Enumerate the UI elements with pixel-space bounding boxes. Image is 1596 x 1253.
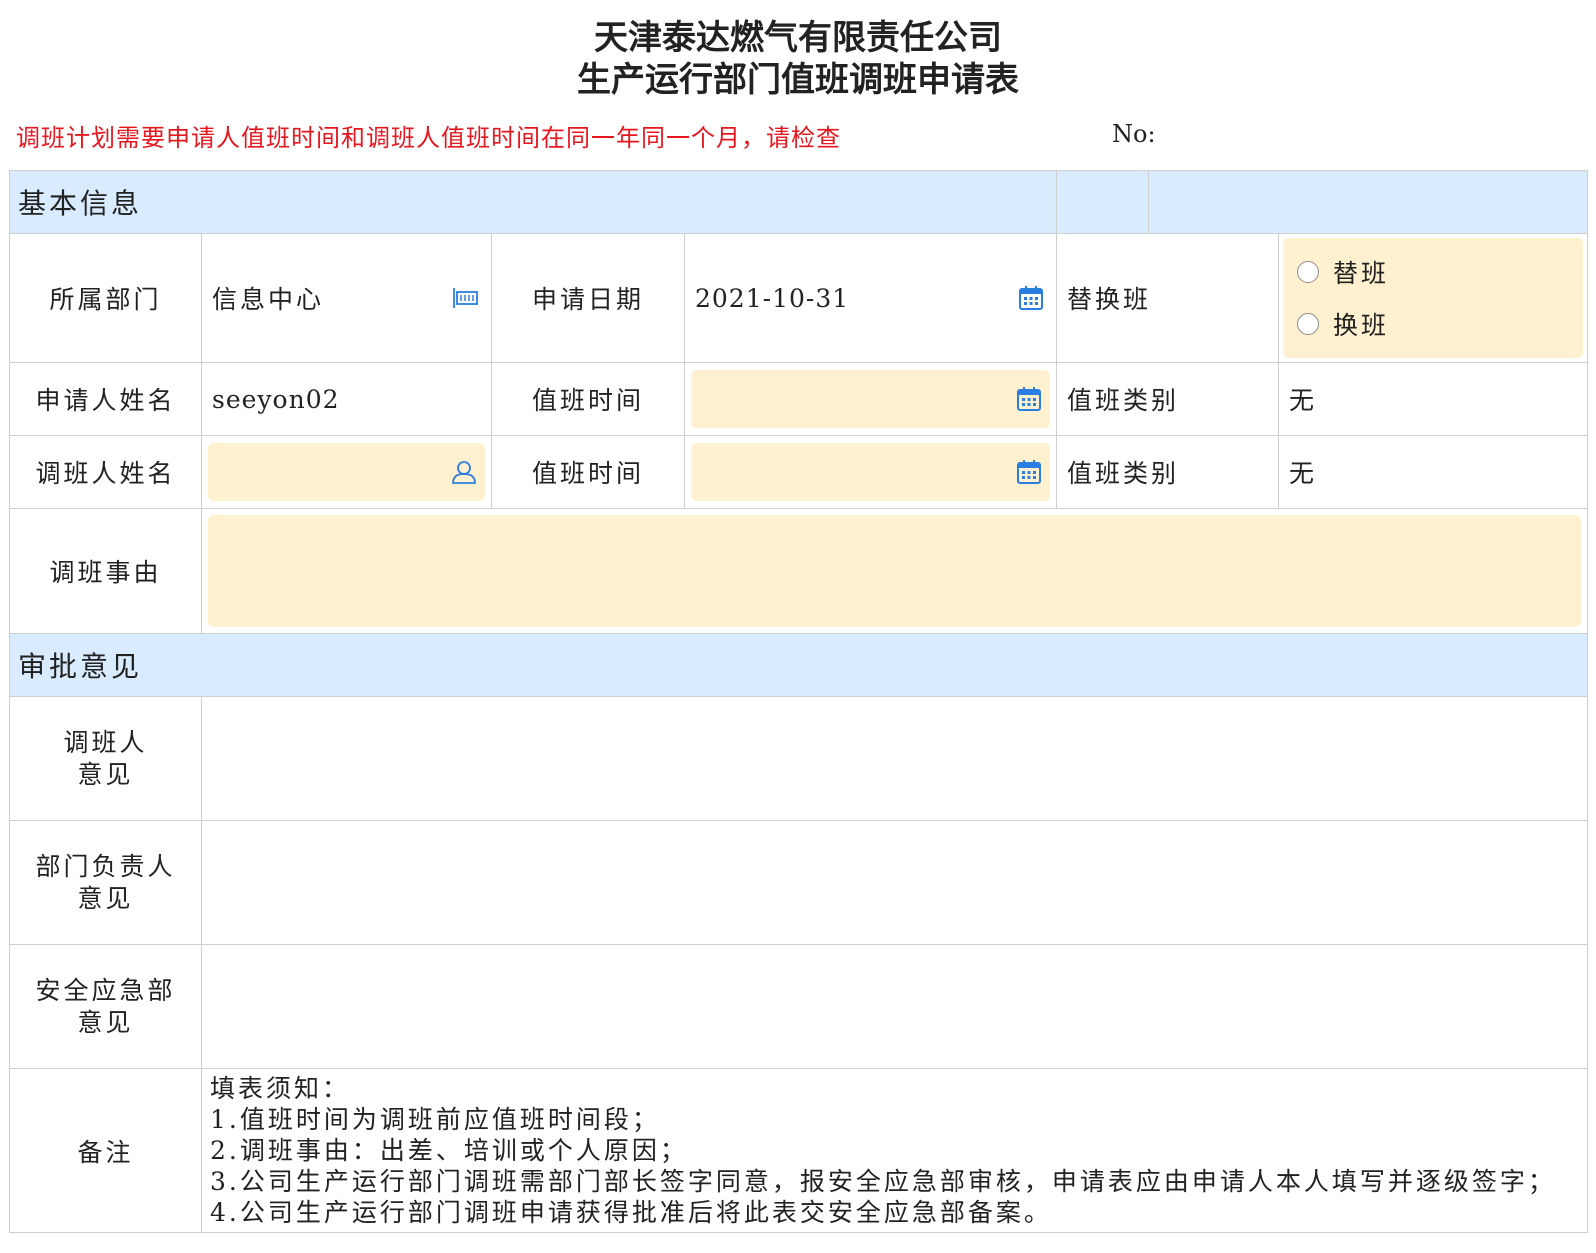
- remarks-content: 填表须知： 1.值班时间为调班前应值班时间段； 2.调班事由：出差、培训或个人原…: [200, 1068, 1589, 1233]
- swapper-duty-time-label: 值班时间: [491, 435, 685, 509]
- radio-label: 换班: [1333, 311, 1390, 340]
- approval-label-line: 安全应急部: [35, 975, 176, 1005]
- department-value: 信息中心: [212, 285, 325, 314]
- form-title: 生产运行部门值班调班申请表: [577, 60, 1019, 100]
- person-icon[interactable]: [451, 459, 477, 485]
- swapper-name-input[interactable]: [208, 443, 485, 501]
- radio-option-exchange[interactable]: 换班: [1297, 298, 1583, 350]
- reason-label: 调班事由: [9, 508, 202, 634]
- swapper-duty-time-cell: [683, 435, 1058, 509]
- basic-info-section-title: 基本信息: [8, 170, 1058, 234]
- remarks-line: 1.值班时间为调班前应值班时间段；: [210, 1105, 660, 1134]
- apply-date-label: 申请日期: [491, 233, 685, 363]
- swapper-name-cell: [201, 435, 492, 509]
- calendar-icon[interactable]: [1018, 285, 1044, 311]
- approval-opinion-safety[interactable]: [200, 944, 1589, 1069]
- applicant-duty-time-label: 值班时间: [491, 362, 685, 436]
- approval-label-line: 调班人: [63, 727, 148, 757]
- apply-date-value: 2021-10-31: [695, 283, 850, 313]
- applicant-duty-type-label: 值班类别: [1056, 362, 1280, 436]
- approval-label-line: 意见: [77, 759, 134, 789]
- approval-row: 部门负责人 意见: [9, 820, 1589, 945]
- swap-type-options: 替班 换班: [1278, 233, 1589, 363]
- applicant-name-label: 申请人姓名: [9, 362, 202, 436]
- reason-cell: [200, 508, 1589, 634]
- remarks-line: 3.公司生产运行部门调班需部门部长签字同意，报安全应急部审核，申请表应由申请人本…: [210, 1167, 1556, 1196]
- form-number-label: No:: [1112, 120, 1156, 148]
- department-field[interactable]: 信息中心: [201, 233, 492, 363]
- section-header-blank: [1148, 170, 1589, 234]
- remarks-line: 填表须知：: [210, 1074, 351, 1103]
- swap-type-label: 替换班: [1056, 233, 1280, 363]
- department-label: 所属部门: [9, 233, 202, 363]
- radio-option-substitute[interactable]: 替班: [1297, 246, 1583, 298]
- swapper-row: 调班人姓名 值班时间 值班类别 无: [9, 435, 1589, 509]
- radio-button[interactable]: [1297, 313, 1320, 335]
- swapper-duty-type-label: 值班类别: [1056, 435, 1280, 509]
- approval-label-line: 部门负责人: [35, 851, 176, 881]
- applicant-duty-time-input[interactable]: [691, 370, 1051, 428]
- remarks-label: 备注: [9, 1068, 202, 1233]
- approval-section-title: 审批意见: [8, 633, 1589, 697]
- approval-label-dept-head: 部门负责人 意见: [9, 820, 202, 945]
- approval-label-swapper: 调班人 意见: [9, 696, 202, 821]
- swapper-name-label: 调班人姓名: [9, 435, 202, 509]
- department-select-icon[interactable]: [453, 285, 479, 311]
- applicant-duty-time-cell: [683, 362, 1058, 436]
- remarks-line: 4.公司生产运行部门调班申请获得批准后将此表交安全应急部备案。: [210, 1198, 1052, 1227]
- reason-textarea[interactable]: [208, 515, 1582, 627]
- calendar-icon[interactable]: [1016, 386, 1042, 412]
- radio-button[interactable]: [1297, 261, 1320, 283]
- reason-row: 调班事由: [9, 508, 1589, 634]
- radio-label: 替班: [1333, 259, 1390, 288]
- company-title: 天津泰达燃气有限责任公司: [594, 18, 1002, 58]
- approval-row: 安全应急部 意见: [9, 944, 1589, 1069]
- applicant-name-value: seeyon02: [201, 362, 492, 436]
- validation-warning: 调班计划需要申请人值班时间和调班人值班时间在同一年同一个月，请检查: [16, 124, 841, 152]
- section-header-blank: [1056, 170, 1150, 234]
- approval-opinion-dept-head[interactable]: [200, 820, 1589, 945]
- calendar-icon[interactable]: [1016, 459, 1042, 485]
- application-form: 基本信息 所属部门 信息中心 申请日期 2021-10-31 替换班 替班 换班…: [8, 170, 1589, 1233]
- approval-label-safety: 安全应急部 意见: [9, 944, 202, 1069]
- swapper-duty-time-input[interactable]: [691, 443, 1051, 501]
- swapper-duty-type-value: 无: [1278, 435, 1589, 509]
- remarks-line: 2.调班事由：出差、培训或个人原因；: [210, 1136, 688, 1165]
- approval-row: 调班人 意见: [9, 696, 1589, 821]
- approval-label-line: 意见: [77, 883, 134, 913]
- approval-section-row: 审批意见: [8, 633, 1589, 697]
- remarks-row: 备注 填表须知： 1.值班时间为调班前应值班时间段； 2.调班事由：出差、培训或…: [9, 1068, 1589, 1233]
- applicant-duty-type-value: 无: [1278, 362, 1589, 436]
- applicant-row: 申请人姓名 seeyon02 值班时间 值班类别 无: [9, 362, 1589, 436]
- apply-date-field[interactable]: 2021-10-31: [683, 233, 1058, 363]
- approval-opinion-swapper[interactable]: [200, 696, 1589, 821]
- approval-label-line: 意见: [77, 1007, 134, 1037]
- basic-info-section-row: 基本信息: [8, 170, 1589, 234]
- department-row: 所属部门 信息中心 申请日期 2021-10-31 替换班 替班 换班: [9, 233, 1589, 363]
